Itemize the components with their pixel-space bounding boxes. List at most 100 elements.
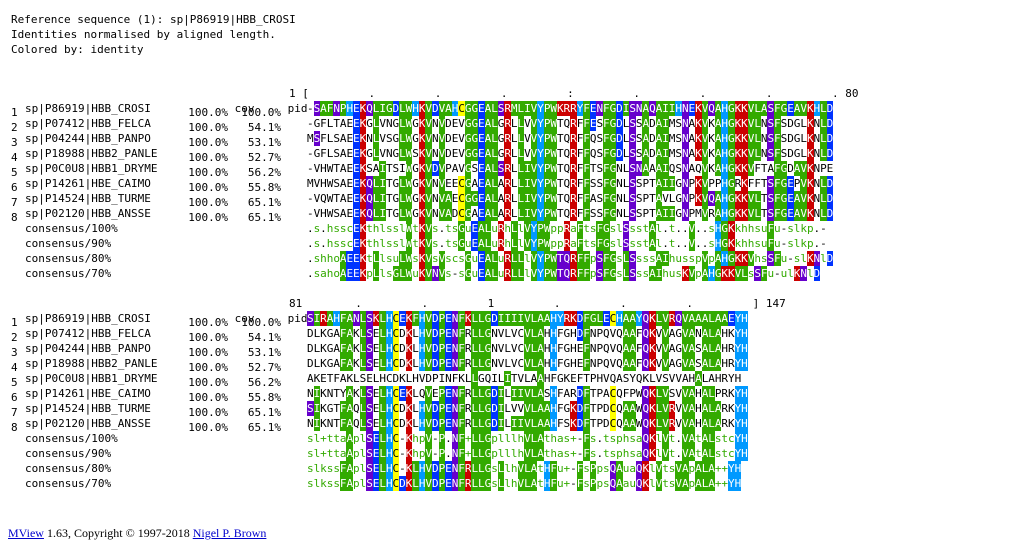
residue: V — [458, 117, 465, 130]
residue: - — [570, 477, 577, 490]
residue: Q — [642, 356, 650, 371]
residue: K — [741, 161, 748, 176]
residue: F — [596, 221, 604, 236]
residue: V — [701, 191, 709, 206]
residue: . — [681, 237, 689, 250]
residue: L — [517, 251, 525, 266]
residue: K — [734, 131, 742, 146]
residue: S — [635, 132, 643, 145]
residue: I — [510, 416, 518, 431]
residue: L — [399, 206, 406, 221]
residue: P — [431, 372, 439, 385]
residue: h — [550, 432, 558, 445]
residue: A — [339, 147, 347, 160]
residue: W — [405, 221, 413, 236]
residue: N — [451, 386, 459, 401]
residue: a — [629, 462, 636, 475]
residue: P — [543, 146, 551, 161]
residue: A — [339, 207, 347, 220]
residue: Q — [616, 417, 623, 430]
residue: N — [385, 147, 393, 160]
residue: t — [583, 237, 590, 250]
residue: S — [543, 387, 551, 400]
residue: F — [583, 416, 590, 431]
residue: F — [774, 161, 781, 176]
residue: S — [622, 221, 630, 236]
residue: E — [478, 266, 485, 281]
residue: G — [326, 327, 334, 340]
residue: . — [695, 222, 702, 235]
residue: H — [412, 372, 419, 385]
residue: s — [458, 252, 465, 265]
residue: G — [412, 207, 419, 220]
residue: K — [728, 236, 735, 251]
residue: V — [425, 416, 433, 431]
residue: G — [484, 341, 492, 356]
residue: D — [451, 207, 459, 220]
residue: V — [800, 176, 807, 191]
residue: + — [570, 447, 577, 460]
residue: Y — [537, 176, 544, 191]
residue: K — [353, 357, 360, 370]
residue: V — [313, 177, 321, 190]
residue: L — [412, 461, 419, 476]
residue: S — [307, 311, 314, 326]
residue: s — [760, 252, 768, 265]
residue: L — [491, 266, 498, 281]
residue: G — [326, 402, 334, 415]
residue: F — [556, 327, 564, 340]
residue: V — [701, 131, 709, 146]
residue: l — [504, 462, 511, 475]
residue: R — [464, 387, 472, 400]
residue: u — [629, 477, 636, 490]
residue: L — [491, 146, 498, 161]
residue: S — [333, 132, 340, 145]
residue: Q — [589, 147, 597, 160]
residue: L — [478, 326, 485, 341]
residue: L — [372, 251, 380, 266]
residue: A — [701, 326, 709, 341]
residue: Q — [609, 372, 617, 385]
residue: V — [313, 192, 321, 205]
residue: R — [721, 417, 729, 430]
residue: A — [445, 206, 452, 221]
consensus-label: consensus/80% — [25, 252, 112, 265]
residue: T — [556, 177, 564, 190]
residue: h — [504, 237, 511, 250]
alignment-block-2: cov pid 81 . . 1 . . . ] 147 1 sp|P86919|H… — [11, 296, 786, 491]
residue: C — [517, 357, 525, 370]
residue: V — [530, 191, 538, 206]
residue: L — [622, 132, 630, 145]
residue: K — [741, 206, 748, 221]
residue: D — [425, 372, 433, 385]
residue: G — [728, 161, 735, 176]
residue: p — [596, 462, 604, 475]
residue: V — [747, 251, 755, 266]
residue: K — [806, 191, 814, 206]
residue: T — [333, 402, 340, 415]
residue: C — [609, 386, 617, 401]
residue: S — [629, 251, 636, 266]
residue: A — [708, 461, 715, 476]
author-link[interactable]: Nigel P. Brown — [193, 526, 267, 540]
residue: G — [589, 311, 597, 326]
mview-link[interactable]: MView — [8, 526, 44, 540]
residue: A — [655, 146, 663, 161]
residue: s — [747, 267, 755, 280]
residue: V — [425, 341, 433, 356]
residue: L — [708, 311, 715, 326]
residue: G — [484, 476, 492, 491]
residue: S — [366, 446, 373, 461]
residue: u — [491, 222, 498, 235]
consensus-row: consensus/100% sl+ttaAplSELHC-KhpV-P.NF+L… — [11, 431, 748, 446]
residue: H — [550, 416, 558, 431]
residue: l — [399, 222, 406, 235]
residue: L — [372, 191, 380, 206]
residue: L — [510, 236, 518, 251]
residue: l — [655, 447, 663, 460]
residue: E — [451, 147, 459, 160]
residue: H — [721, 357, 729, 370]
residue: K — [418, 251, 426, 266]
residue: H — [385, 431, 393, 446]
residue: N — [431, 132, 439, 145]
